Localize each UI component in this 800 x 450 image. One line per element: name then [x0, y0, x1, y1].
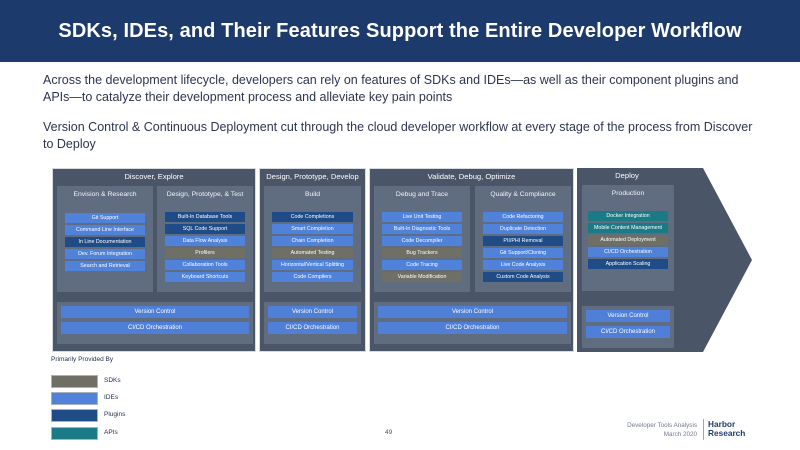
stage-design-develop: Design, Prototype, Develop Build Code Co…	[259, 168, 366, 352]
column-title: Quality & Compliance	[490, 191, 556, 198]
feature-item: Docker Integration	[588, 211, 668, 221]
feature-item: Keyboard Shortcuts	[165, 272, 245, 282]
cicd-orchestration-bar: CI/CD Orchestration	[268, 322, 357, 334]
legend-swatch	[51, 427, 98, 440]
workflow-diagram: Discover, Explore Envision & Research Gi…	[52, 168, 752, 352]
cross-cutting-bars: Version Control CI/CD Orchestration	[582, 306, 674, 348]
footer-date: March 2020	[663, 431, 697, 438]
stage-discover: Discover, Explore Envision & Research Gi…	[52, 168, 256, 352]
feature-item: Built-In Database Tools	[165, 212, 245, 222]
stage-title: Validate, Debug, Optimize	[427, 172, 516, 181]
feature-item: Git Support	[65, 213, 145, 223]
legend-item-ides: IDEs	[51, 392, 118, 405]
version-control-bar: Version Control	[378, 306, 567, 318]
legend-title: Primarily Provided By	[51, 356, 114, 363]
version-control-bar: Version Control	[61, 306, 249, 318]
column-design-prototype-test: Design, Prototype, & Test Built-In Datab…	[157, 186, 253, 292]
feature-item: Code Tracing	[382, 260, 462, 270]
column-title: Design, Prototype, & Test	[166, 191, 244, 198]
feature-item: Chain Completion	[272, 236, 353, 246]
title-bar: SDKs, IDEs, and Their Features Support t…	[0, 0, 800, 62]
legend-label: Plugins	[104, 411, 126, 418]
cross-cutting-bars: Version Control CI/CD Orchestration	[374, 302, 571, 344]
feature-item: Application Scaling	[588, 259, 668, 269]
column-title: Debug and Trace	[395, 191, 449, 198]
feature-item: SQL Code Support	[165, 224, 245, 234]
feature-item: Code Refactoring	[483, 212, 563, 222]
footer-report-title: Developer Tools Analysis	[627, 422, 697, 429]
feature-item: Code Decompiler	[382, 236, 462, 246]
feature-item: Profilers	[165, 248, 245, 258]
feature-item: Variable Modification	[382, 272, 462, 282]
legend-label: APIs	[104, 429, 118, 436]
stage-deploy: Deploy Production Docker Integration Mob…	[577, 168, 677, 352]
feature-item: Live Unit Testing	[382, 212, 462, 222]
stage-title: Discover, Explore	[124, 172, 184, 181]
page-number: 49	[385, 429, 393, 436]
feature-item: CI/CD Orchestration	[588, 247, 668, 257]
cicd-orchestration-bar: CI/CD Orchestration	[61, 322, 249, 334]
feature-item: Built-In Diagnostic Tools	[382, 224, 462, 234]
stage-validate-debug: Validate, Debug, Optimize Debug and Trac…	[369, 168, 574, 352]
legend-item-apis: APIs	[51, 427, 118, 440]
legend-label: SDKs	[104, 377, 121, 384]
column-production: Production Docker Integration Mobile Con…	[582, 185, 674, 291]
harbor-research-logo: Harbor Research	[708, 420, 745, 438]
feature-item: In Line Documentation	[65, 237, 145, 247]
legend-item-sdks: SDKs	[51, 375, 121, 388]
cicd-orchestration-bar: CI/CD Orchestration	[586, 326, 670, 338]
cross-cutting-bars: Version Control CI/CD Orchestration	[57, 302, 253, 344]
logo-line-2: Research	[708, 428, 746, 438]
feature-item: Data Flow Analysis	[165, 236, 245, 246]
feature-item: Horizontal/Vertical Splitting	[272, 260, 353, 270]
feature-item: Search and Retrieval	[65, 261, 145, 271]
legend-swatch	[51, 375, 98, 388]
legend-item-plugins: Plugins	[51, 409, 125, 422]
feature-item: Automated Deployment	[588, 235, 668, 245]
feature-item: Code Compilers	[272, 272, 353, 282]
column-build: Build Code Completions Smart Completion …	[264, 186, 361, 292]
column-debug-trace: Debug and Trace Live Unit Testing Built-…	[374, 186, 470, 292]
feature-item: Mobile Content Management	[588, 223, 668, 233]
footer-divider	[703, 419, 704, 440]
cross-cutting-bars: Version Control CI/CD Orchestration	[264, 302, 361, 344]
feature-item: Duplicate Detection	[483, 224, 563, 234]
footer-report-info: Developer Tools Analysis March 2020	[627, 421, 697, 439]
column-title: Envision & Research	[73, 191, 137, 198]
column-title: Build	[304, 191, 321, 198]
column-title: Production	[611, 190, 645, 197]
legend-label: IDEs	[104, 394, 119, 401]
feature-item: Automated Testing	[272, 248, 353, 258]
legend-swatch	[51, 409, 98, 422]
cicd-orchestration-bar: CI/CD Orchestration	[378, 322, 567, 334]
feature-item: Smart Completion	[272, 224, 353, 234]
feature-item: Command Line Interface	[65, 225, 145, 235]
subintro-text: Version Control & Continuous Deployment …	[43, 120, 753, 151]
legend-swatch	[51, 392, 98, 405]
stage-title: Deploy	[615, 171, 639, 180]
feature-item: Dev. Forum Integration	[65, 249, 145, 259]
version-control-bar: Version Control	[268, 306, 357, 318]
feature-item: Bug Trackers	[382, 248, 462, 258]
feature-item: Code Completions	[272, 212, 353, 222]
stage-title: Design, Prototype, Develop	[266, 172, 359, 181]
feature-item: PII/PHI Removal	[483, 236, 563, 246]
version-control-bar: Version Control	[586, 310, 670, 322]
intro-text: Across the development lifecycle, develo…	[43, 73, 739, 104]
column-envision-research: Envision & Research Git Support Command …	[57, 186, 153, 292]
feature-item: Live Code Analysis	[483, 260, 563, 270]
column-quality-compliance: Quality & Compliance Code Refactoring Du…	[475, 186, 571, 292]
page-title: SDKs, IDEs, and Their Features Support t…	[58, 19, 742, 42]
feature-item: Custom Code Analysis	[483, 272, 563, 282]
feature-item: Collaboration Tools	[165, 260, 245, 270]
feature-item: Git Support/Cloning	[483, 248, 563, 258]
